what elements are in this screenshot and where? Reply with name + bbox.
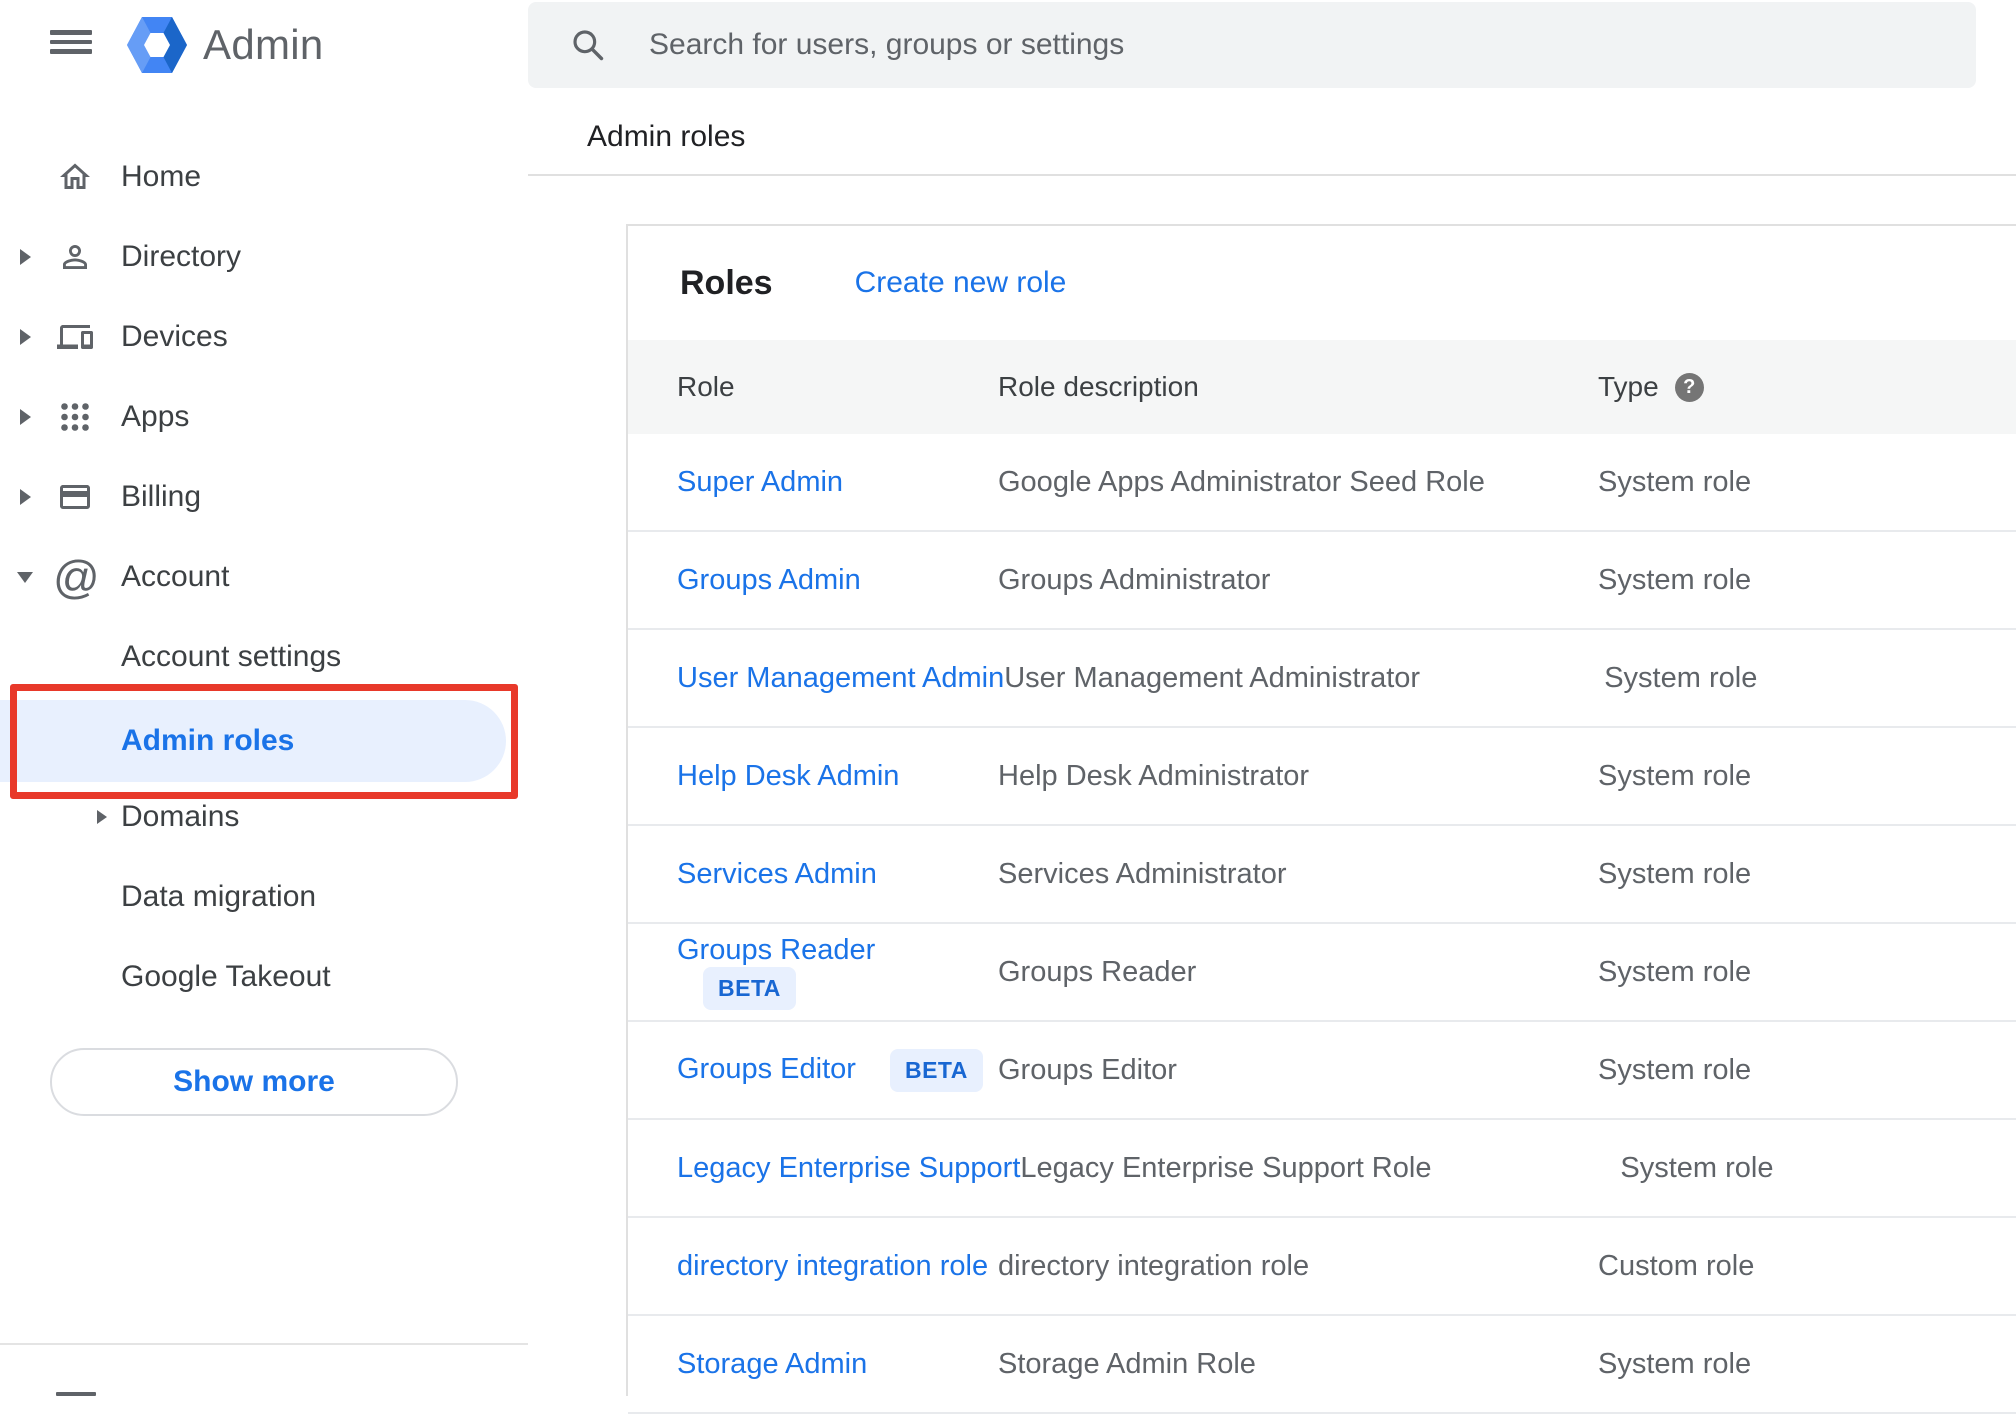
sidebar-item-label: Billing: [121, 480, 202, 513]
chevron-right-icon[interactable]: [20, 489, 31, 505]
table-row: Help Desk Admin Help Desk Administrator …: [628, 728, 2016, 826]
sidebar-item-domains[interactable]: Domains: [0, 785, 528, 849]
sidebar-item-devices[interactable]: Devices: [0, 305, 528, 369]
roles-panel-header: Roles Create new role: [628, 226, 2016, 340]
search-icon: [573, 30, 604, 61]
role-description: Groups Administrator: [998, 563, 1271, 596]
role-type: System role: [1598, 1053, 1752, 1086]
sidebar-item-google-takeout[interactable]: Google Takeout: [0, 945, 528, 1009]
role-link[interactable]: Services Admin: [677, 858, 877, 890]
chevron-right-icon[interactable]: [20, 249, 31, 265]
role-link[interactable]: Super Admin: [677, 466, 843, 498]
table-row: Storage Admin Storage Admin Role System …: [628, 1316, 2016, 1414]
sidebar-item-admin-roles-active[interactable]: Admin roles: [0, 700, 506, 782]
at-sign-icon: @: [53, 551, 100, 603]
role-type: System role: [1620, 1151, 1774, 1184]
help-icon[interactable]: ?: [1674, 372, 1704, 402]
table-row: Groups Admin Groups Administrator System…: [628, 532, 2016, 630]
role-link[interactable]: Help Desk Admin: [677, 760, 899, 792]
sidebar-item-label: Account: [121, 560, 230, 593]
credit-card-icon: [57, 479, 93, 515]
home-icon: [57, 159, 93, 195]
role-type: System role: [1598, 857, 1752, 890]
table-row: Super Admin Google Apps Administrator Se…: [628, 434, 2016, 532]
role-description: Legacy Enterprise Support Role: [1020, 1151, 1432, 1184]
role-description: Help Desk Administrator: [998, 759, 1310, 792]
sidebar-item-label: Domains: [121, 800, 240, 833]
sidebar-item-apps[interactable]: Apps: [0, 385, 528, 449]
partial-bottom-icon: [56, 1392, 96, 1396]
table-row: Groups Editor BETA Groups Editor System …: [628, 1022, 2016, 1120]
person-icon: [57, 239, 93, 275]
chevron-right-icon[interactable]: [20, 409, 31, 425]
role-link[interactable]: Groups Reader: [677, 934, 875, 966]
table-row: User Management Admin User Management Ad…: [628, 630, 2016, 728]
brand: Admin: [127, 16, 324, 74]
column-header-role: Role: [677, 371, 735, 402]
sidebar-item-label: Admin roles: [121, 724, 295, 757]
menu-icon[interactable]: [50, 30, 92, 54]
sidebar-item-label: Directory: [121, 240, 242, 273]
role-link[interactable]: Groups Editor: [677, 1053, 856, 1085]
table-row: Groups Reader BETA Groups Reader System …: [628, 924, 2016, 1022]
roles-panel: Roles Create new role Role Role descript…: [626, 224, 2016, 1414]
beta-badge: BETA: [703, 967, 796, 1010]
table-header-row: Role Role description Type ?: [628, 340, 2016, 434]
role-description: Groups Editor: [998, 1053, 1177, 1086]
role-type: System role: [1598, 465, 1752, 498]
sidebar-item-label: Home: [121, 160, 202, 193]
role-link[interactable]: Legacy Enterprise Support: [677, 1152, 1020, 1184]
app-name: Admin: [203, 21, 324, 68]
role-description: User Management Administrator: [1004, 661, 1421, 694]
role-link[interactable]: User Management Admin: [677, 662, 1004, 694]
sidebar-item-billing[interactable]: Billing: [0, 465, 528, 529]
sidebar-item-label: Apps: [121, 400, 190, 433]
chevron-right-icon[interactable]: [20, 329, 31, 345]
sidebar-item-home[interactable]: Home: [0, 145, 528, 209]
sidebar-divider: [0, 1343, 528, 1345]
chevron-right-icon[interactable]: [97, 810, 107, 824]
sidebar-item-account-settings[interactable]: Account settings: [0, 625, 528, 689]
search-input[interactable]: [647, 27, 1976, 63]
role-type: System role: [1598, 1347, 1752, 1380]
role-type: System role: [1598, 759, 1752, 792]
role-description: Google Apps Administrator Seed Role: [998, 465, 1485, 498]
sidebar-item-label: Google Takeout: [121, 960, 331, 993]
apps-grid-icon: [57, 399, 93, 435]
sidebar-item-label: Account settings: [121, 640, 342, 673]
role-description: Services Administrator: [998, 857, 1287, 890]
table-row: directory integration role directory int…: [628, 1218, 2016, 1316]
admin-logo-icon: [127, 17, 187, 73]
column-header-type: Type: [1598, 371, 1659, 402]
search-bar[interactable]: [528, 2, 1976, 88]
show-more-button[interactable]: Show more: [50, 1048, 458, 1116]
role-link[interactable]: directory integration role: [677, 1250, 988, 1282]
sidebar-item-label: Devices: [121, 320, 228, 353]
panel-title: Roles: [680, 263, 773, 302]
role-type: System role: [1598, 955, 1752, 988]
role-description: directory integration role: [998, 1249, 1310, 1282]
role-type: System role: [1598, 563, 1752, 596]
sidebar-item-label: Data migration: [121, 880, 317, 913]
sidebar-item-directory[interactable]: Directory: [0, 225, 528, 289]
sidebar-item-data-migration[interactable]: Data migration: [0, 865, 528, 929]
breadcrumb: Admin roles: [587, 120, 746, 153]
sidebar-item-account[interactable]: @ Account: [0, 545, 528, 609]
table-row: Services Admin Services Administrator Sy…: [628, 826, 2016, 924]
role-link[interactable]: Storage Admin: [677, 1348, 867, 1380]
sidebar: Admin Home Directory Devices Apps Billin…: [0, 0, 528, 1396]
beta-badge: BETA: [889, 1048, 983, 1092]
role-link[interactable]: Groups Admin: [677, 564, 861, 596]
role-description: Groups Reader: [998, 955, 1197, 988]
table-row: Legacy Enterprise Support Legacy Enterpr…: [628, 1120, 2016, 1218]
role-type: Custom role: [1598, 1249, 1755, 1282]
role-description: Storage Admin Role: [998, 1347, 1256, 1380]
devices-icon: [57, 319, 93, 355]
role-type: System role: [1604, 661, 1758, 694]
column-header-description: Role description: [998, 371, 1199, 402]
header-divider: [528, 174, 2016, 176]
chevron-down-icon[interactable]: [17, 571, 33, 583]
admin-console: Admin Home Directory Devices Apps Billin…: [0, 0, 2016, 1414]
create-new-role-link[interactable]: Create new role: [855, 266, 1067, 300]
